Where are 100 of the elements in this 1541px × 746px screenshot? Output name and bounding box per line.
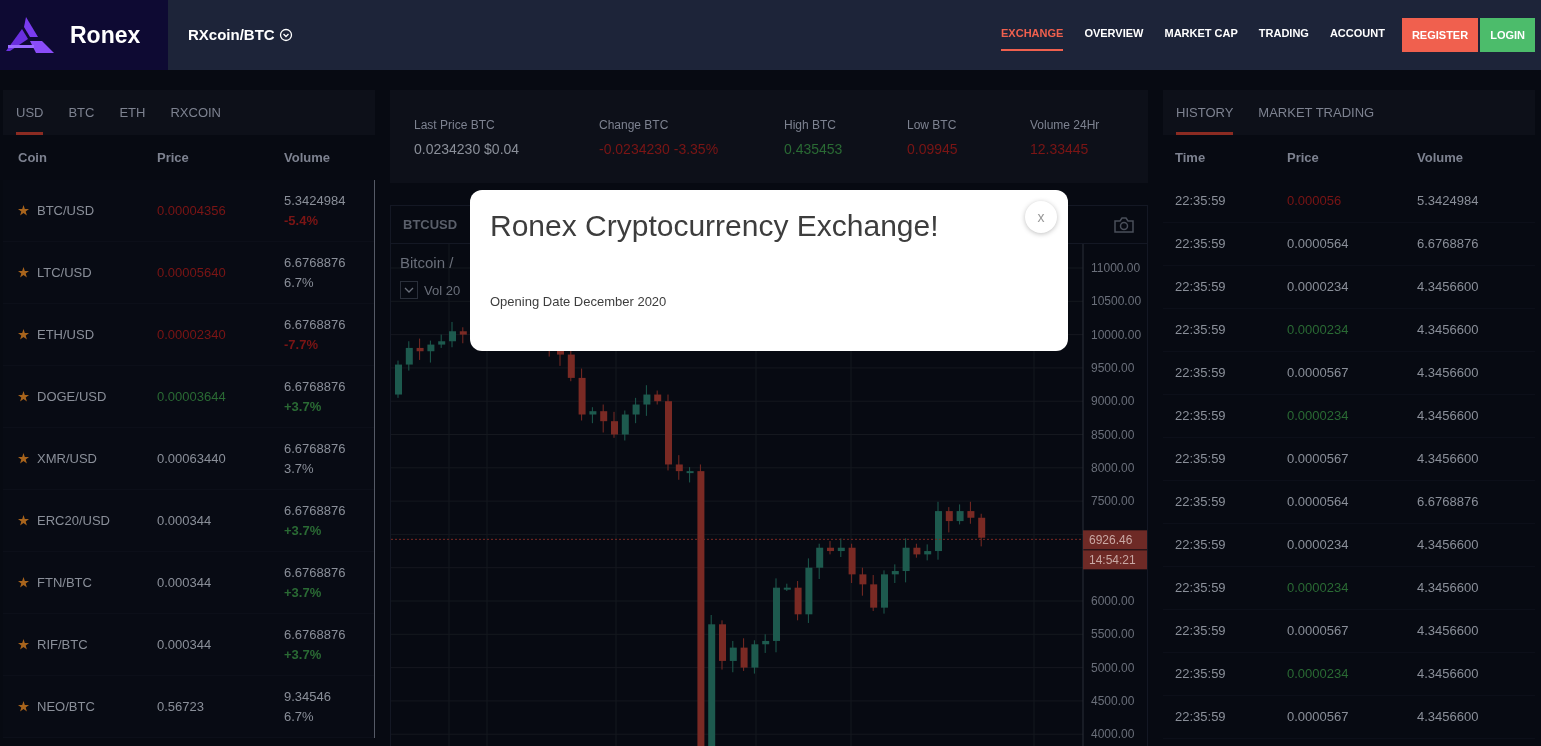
trade-volume: 4.3456600 bbox=[1417, 451, 1479, 467]
star-icon[interactable] bbox=[18, 391, 29, 402]
trade-time: 22:35:59 bbox=[1175, 236, 1226, 252]
price-value: 0.000344 bbox=[157, 574, 212, 590]
candle bbox=[751, 639, 759, 675]
trade-volume: 4.3456600 bbox=[1417, 322, 1479, 338]
candle bbox=[881, 569, 888, 615]
tab[interactable]: USD bbox=[16, 90, 44, 135]
star-icon[interactable] bbox=[18, 515, 29, 526]
pair-name[interactable]: DOGE/USD bbox=[37, 386, 107, 407]
trade-volume: 6.6768876 bbox=[1417, 236, 1479, 252]
volume-value: 5.3424984 bbox=[284, 192, 346, 210]
trade-time: 22:35:59 bbox=[1175, 451, 1226, 467]
star-icon[interactable] bbox=[18, 453, 29, 464]
nav-link[interactable]: TRADING bbox=[1258, 18, 1309, 52]
price-value: 0.56723 bbox=[157, 698, 204, 714]
pair-name[interactable]: LTC/USD bbox=[37, 262, 92, 283]
candle bbox=[891, 563, 899, 584]
modal-text: Opening Date December 2020 bbox=[490, 293, 668, 311]
modal-title: Ronex Cryptocurrency Exchange! bbox=[490, 208, 939, 244]
candle bbox=[438, 334, 446, 349]
pair-name[interactable]: BTC/USD bbox=[37, 200, 95, 221]
pair-name[interactable]: ETH/USD bbox=[37, 324, 95, 345]
stat-label: Low BTC bbox=[907, 117, 958, 134]
volume-value: 6.6768876 bbox=[284, 564, 346, 582]
candle bbox=[621, 410, 629, 441]
candle bbox=[783, 583, 791, 592]
change-value: 6.7% bbox=[284, 273, 314, 292]
collapse-button[interactable] bbox=[400, 281, 418, 300]
candle bbox=[611, 411, 618, 439]
pair-name[interactable]: ERC20/USD bbox=[37, 510, 110, 531]
candle bbox=[762, 633, 770, 654]
pair-selector[interactable]: RXcoin/BTC bbox=[188, 23, 275, 47]
price-value: 0.00063440 bbox=[157, 450, 226, 466]
star-icon[interactable] bbox=[18, 639, 29, 650]
nav-link[interactable]: ACCOUNT bbox=[1329, 18, 1385, 52]
pair-name[interactable]: XMR/USD bbox=[37, 448, 97, 469]
candle bbox=[449, 321, 456, 348]
star-icon[interactable] bbox=[18, 205, 29, 216]
trade-volume: 4.3456600 bbox=[1417, 365, 1479, 381]
trade-time: 22:35:59 bbox=[1175, 580, 1226, 596]
star-icon[interactable] bbox=[18, 267, 29, 278]
star-icon[interactable] bbox=[18, 701, 29, 712]
column-header: Time bbox=[1175, 149, 1206, 165]
candle bbox=[405, 340, 413, 372]
column-header: Volume bbox=[1417, 149, 1463, 165]
trade-volume: 4.3456600 bbox=[1417, 408, 1479, 424]
change-value: +3.7% bbox=[284, 397, 322, 416]
tab[interactable]: BTC bbox=[68, 90, 95, 135]
axis-label: 8500.00 bbox=[1091, 427, 1135, 442]
logo-text: Ronex bbox=[70, 20, 141, 50]
candle bbox=[870, 574, 878, 612]
register-button[interactable]: REGISTER bbox=[1401, 18, 1479, 52]
nav-link[interactable]: EXCHANGE bbox=[1001, 18, 1064, 52]
stat-value: 0.09945 bbox=[907, 140, 959, 159]
star-icon[interactable] bbox=[18, 577, 29, 588]
price-value: 0.00004356 bbox=[157, 202, 226, 218]
camera-icon[interactable] bbox=[1113, 215, 1135, 234]
candle bbox=[600, 404, 608, 433]
volume-value: 6.6768876 bbox=[284, 316, 346, 334]
trade-price: 0.0000234 bbox=[1287, 322, 1349, 338]
change-value: -7.7% bbox=[284, 335, 318, 354]
axis-label: 9000.00 bbox=[1091, 394, 1135, 409]
price-tag: 6926.46 bbox=[1083, 530, 1147, 550]
pair-name[interactable]: RIF/BTC bbox=[37, 634, 88, 655]
axis-label: 11000.00 bbox=[1091, 261, 1141, 275]
trade-price: 0.0000234 bbox=[1287, 408, 1349, 424]
candle bbox=[859, 567, 867, 597]
pair-name[interactable]: FTN/BTC bbox=[37, 572, 92, 593]
trade-volume: 6.6768876 bbox=[1417, 494, 1479, 510]
trade-price: 0.0000567 bbox=[1287, 709, 1349, 725]
column-header: Price bbox=[157, 149, 189, 165]
trade-time: 22:35:59 bbox=[1175, 365, 1226, 381]
star-icon[interactable] bbox=[18, 329, 29, 340]
candle bbox=[848, 543, 856, 584]
candle bbox=[589, 406, 597, 424]
stat-value: -0.0234230 -3.35% bbox=[599, 140, 720, 159]
candle bbox=[816, 543, 824, 580]
tab[interactable]: ETH bbox=[119, 90, 146, 135]
trade-time: 22:35:59 bbox=[1175, 322, 1226, 338]
tab[interactable]: HISTORY bbox=[1176, 90, 1234, 135]
candle bbox=[935, 501, 942, 561]
tab[interactable]: RXCOIN bbox=[170, 90, 221, 135]
axis-label: 4000.00 bbox=[1091, 727, 1135, 742]
nav-link[interactable]: MARKET CAP bbox=[1164, 18, 1238, 52]
tab[interactable]: MARKET TRADING bbox=[1258, 90, 1375, 135]
candle bbox=[416, 338, 424, 361]
price-value: 0.00005640 bbox=[157, 264, 226, 280]
column-header: Coin bbox=[18, 149, 47, 165]
candle bbox=[956, 503, 964, 525]
change-value: +3.7% bbox=[284, 521, 322, 540]
stat-value: 0.0234230 $0.04 bbox=[414, 140, 521, 159]
candle bbox=[578, 368, 586, 421]
pair-name[interactable]: NEO/BTC bbox=[37, 696, 95, 717]
nav-link[interactable]: OVERVIEW bbox=[1084, 18, 1144, 52]
candle bbox=[837, 537, 845, 558]
candle bbox=[654, 390, 662, 406]
axis-label: 5500.00 bbox=[1091, 627, 1135, 642]
trade-time: 22:35:59 bbox=[1175, 408, 1226, 424]
column-header: Price bbox=[1287, 149, 1319, 165]
